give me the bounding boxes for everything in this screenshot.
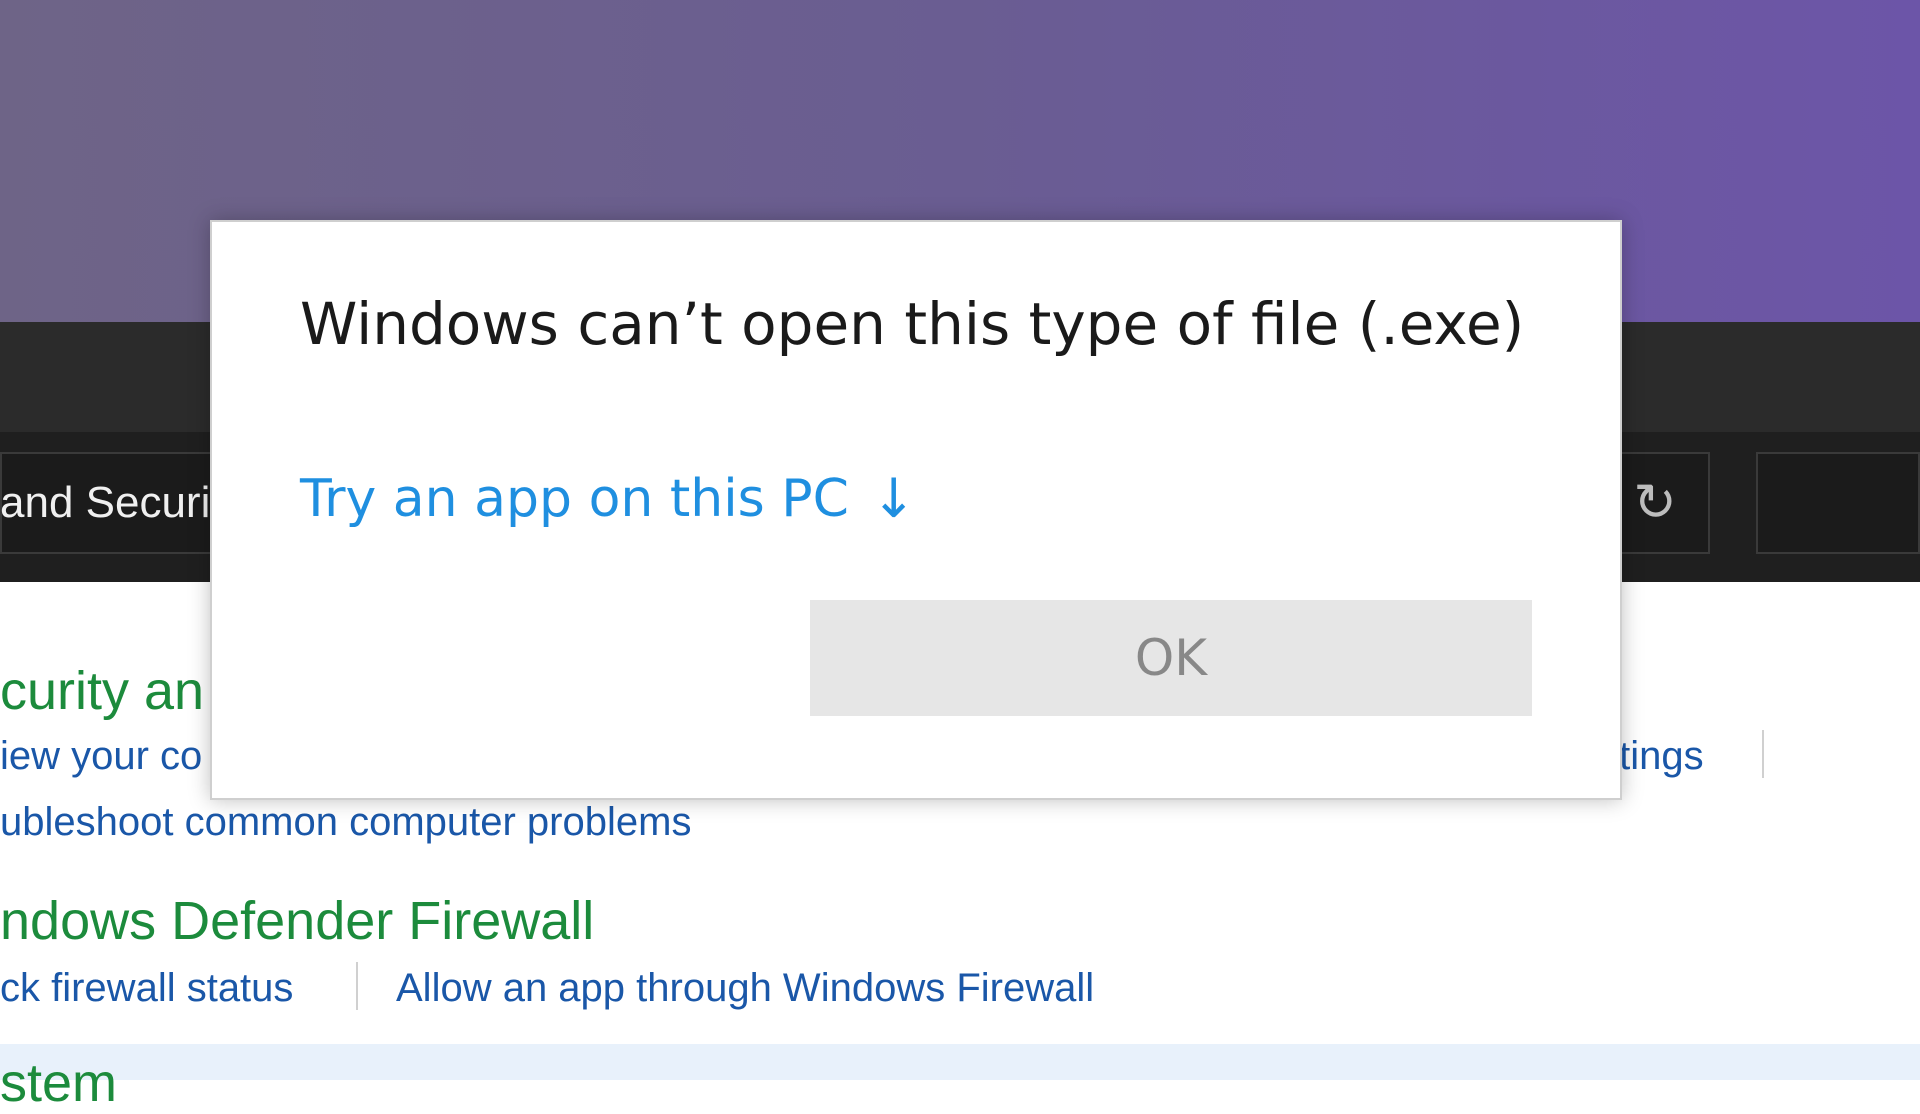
try-app-link[interactable]: Try an app on this PC ↓ [300, 467, 916, 530]
arrow-down-icon: ↓ [870, 467, 917, 530]
dialog-title: Windows can’t open this type of file (.e… [300, 290, 1525, 358]
ok-button[interactable]: OK [810, 600, 1532, 716]
link-check-firewall-status[interactable]: ck firewall status [0, 966, 293, 1011]
try-app-label: Try an app on this PC [300, 468, 849, 529]
open-with-dialog: Windows can’t open this type of file (.e… [210, 220, 1622, 800]
link-allow-app-firewall[interactable]: Allow an app through Windows Firewall [396, 966, 1094, 1011]
divider [1762, 730, 1764, 778]
link-troubleshoot[interactable]: ubleshoot common computer problems [0, 800, 691, 845]
divider [356, 962, 358, 1010]
link-settings[interactable]: ttings [1608, 734, 1704, 779]
breadcrumb[interactable]: and Securit [0, 478, 223, 528]
section-title-firewall[interactable]: ndows Defender Firewall [0, 890, 594, 952]
section-row-system [0, 1044, 1920, 1080]
section-title-security[interactable]: curity an [0, 660, 204, 722]
link-view-computer-status[interactable]: iew your co [0, 734, 202, 779]
search-input[interactable] [1756, 452, 1920, 554]
section-title-system[interactable]: stem [0, 1052, 117, 1114]
